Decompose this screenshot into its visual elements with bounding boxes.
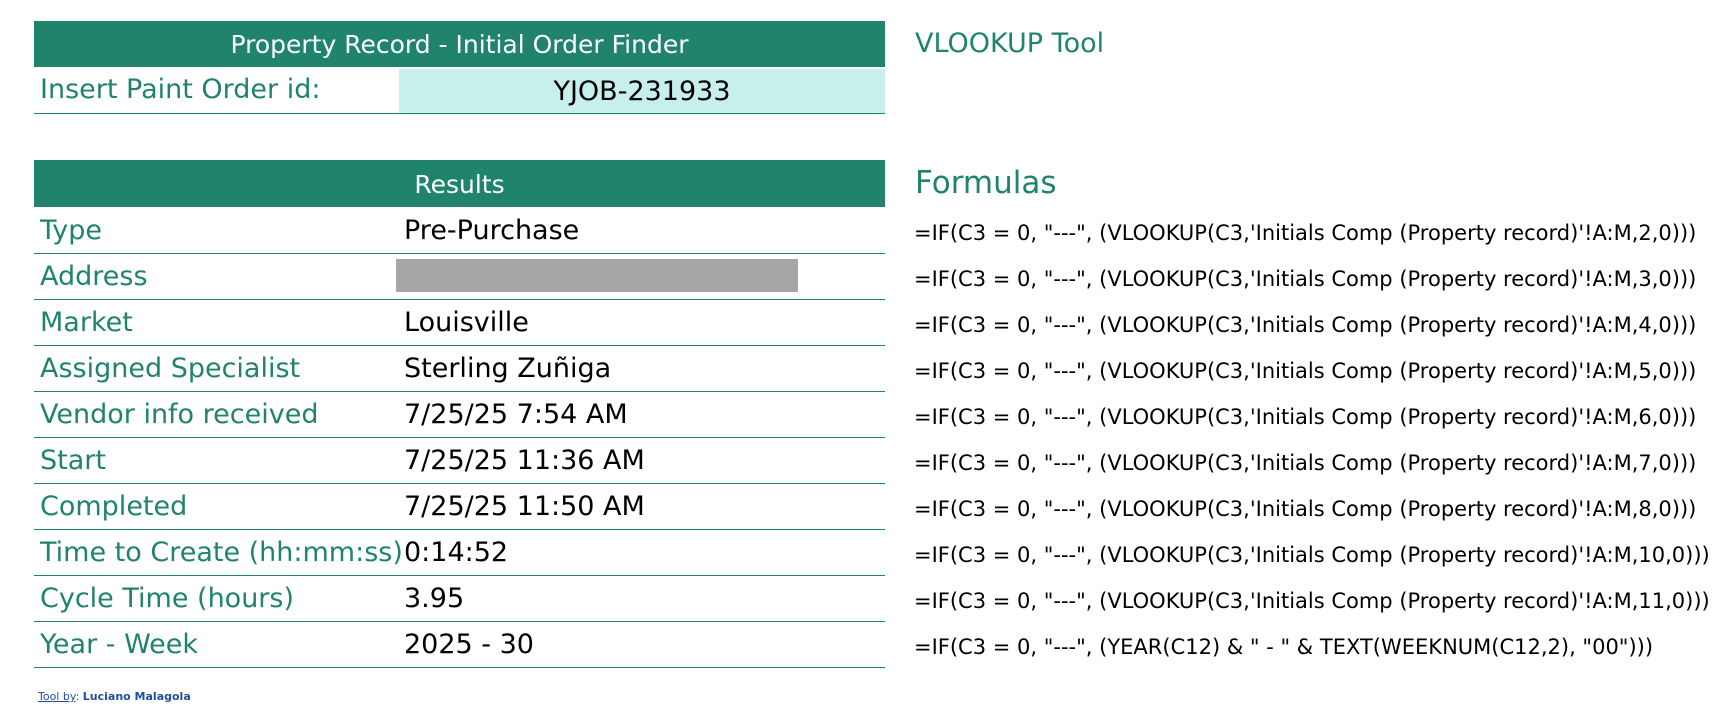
result-label-address: Address (40, 261, 148, 292)
results-header: Results (414, 170, 505, 199)
result-value-completed[interactable]: 7/25/25 11:50 AM (404, 491, 645, 522)
credit-author: Luciano Malagola (82, 690, 191, 703)
result-row-divider (34, 621, 885, 622)
result-row-divider (34, 575, 885, 576)
result-row-divider (34, 529, 885, 530)
result-value-time-to-create[interactable]: 0:14:52 (404, 537, 508, 568)
order-id-label: Insert Paint Order id: (40, 74, 321, 105)
tool-title: Property Record - Initial Order Finder (230, 30, 689, 59)
result-label-time-to-create: Time to Create (hh:mm:ss) (40, 537, 403, 568)
result-value-type[interactable]: Pre-Purchase (404, 215, 579, 246)
result-value-start[interactable]: 7/25/25 11:36 AM (404, 445, 645, 476)
formula-completed[interactable]: =IF(C3 = 0, "---", (VLOOKUP(C3,'Initials… (914, 497, 1696, 521)
formula-specialist[interactable]: =IF(C3 = 0, "---", (VLOOKUP(C3,'Initials… (914, 359, 1696, 383)
result-label-market: Market (40, 307, 133, 338)
formula-time-to-create[interactable]: =IF(C3 = 0, "---", (VLOOKUP(C3,'Initials… (914, 543, 1710, 567)
result-label-start: Start (40, 445, 106, 476)
formula-type[interactable]: =IF(C3 = 0, "---", (VLOOKUP(C3,'Initials… (914, 221, 1696, 245)
tool-by-link[interactable]: Tool by (38, 690, 76, 703)
result-row-divider (34, 667, 885, 668)
address-redaction-block (396, 259, 798, 292)
formula-cycle-time[interactable]: =IF(C3 = 0, "---", (VLOOKUP(C3,'Initials… (914, 589, 1710, 613)
result-row-divider (34, 253, 885, 254)
result-label-year-week: Year - Week (40, 629, 199, 660)
result-row-divider (34, 345, 885, 346)
result-row-divider (34, 299, 885, 300)
result-label-specialist: Assigned Specialist (40, 353, 301, 384)
formula-year-week[interactable]: =IF(C3 = 0, "---", (YEAR(C12) & " - " & … (914, 635, 1653, 659)
formula-start[interactable]: =IF(C3 = 0, "---", (VLOOKUP(C3,'Initials… (914, 451, 1696, 475)
tool-title-bar: Property Record - Initial Order Finder (34, 21, 885, 67)
result-label-completed: Completed (40, 491, 188, 522)
formulas-title: Formulas (915, 165, 1057, 201)
result-row-divider (34, 483, 885, 484)
result-value-market[interactable]: Louisville (404, 307, 529, 338)
result-value-cycle-time[interactable]: 3.95 (404, 583, 464, 614)
order-id-input[interactable]: YJOB-231933 (399, 69, 885, 113)
result-row-divider (34, 437, 885, 438)
formula-address[interactable]: =IF(C3 = 0, "---", (VLOOKUP(C3,'Initials… (914, 267, 1696, 291)
formula-market[interactable]: =IF(C3 = 0, "---", (VLOOKUP(C3,'Initials… (914, 313, 1696, 337)
formula-vendor-info[interactable]: =IF(C3 = 0, "---", (VLOOKUP(C3,'Initials… (914, 405, 1696, 429)
result-label-cycle-time: Cycle Time (hours) (40, 583, 295, 614)
result-value-year-week[interactable]: 2025 - 30 (404, 629, 534, 660)
vlookup-tool-title: VLOOKUP Tool (915, 28, 1105, 59)
result-value-specialist[interactable]: Sterling Zuñiga (404, 353, 611, 384)
credit-separator: : (75, 690, 80, 703)
result-label-vendor-info: Vendor info received (40, 399, 319, 430)
result-label-type: Type (40, 215, 103, 246)
tool-credit: Tool by: Luciano Malagola (38, 690, 191, 703)
results-header-bar: Results (34, 160, 885, 207)
result-row-divider (34, 391, 885, 392)
result-value-vendor-info[interactable]: 7/25/25 7:54 AM (404, 399, 628, 430)
order-id-rule (34, 113, 885, 114)
